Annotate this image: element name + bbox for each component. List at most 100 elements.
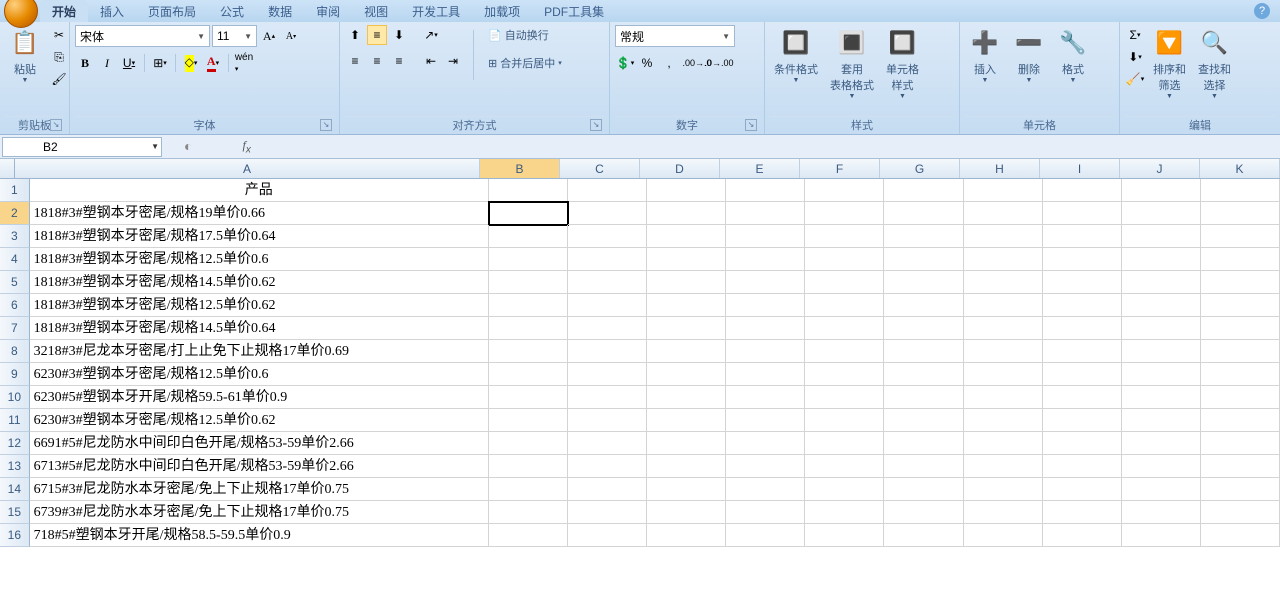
cell-I7[interactable] <box>1043 317 1122 340</box>
decrease-decimal-icon[interactable]: .0→.00 <box>709 53 729 73</box>
cell-F8[interactable] <box>805 340 884 363</box>
cell-I1[interactable] <box>1043 179 1122 202</box>
tab-公式[interactable]: 公式 <box>208 0 256 22</box>
cell-I2[interactable] <box>1043 202 1122 225</box>
cell-H5[interactable] <box>964 271 1043 294</box>
tab-PDF工具集[interactable]: PDF工具集 <box>532 0 616 22</box>
cell-H12[interactable] <box>964 432 1043 455</box>
cell-K8[interactable] <box>1201 340 1280 363</box>
dialog-launcher-icon[interactable]: ↘ <box>590 119 602 131</box>
row-header-13[interactable]: 13 <box>0 455 30 478</box>
help-icon[interactable]: ? <box>1254 3 1270 19</box>
cell-J4[interactable] <box>1122 248 1201 271</box>
cell-E9[interactable] <box>726 363 805 386</box>
cell-A4[interactable]: 1818#3#塑钢本牙密尾/规格12.5单价0.6 <box>30 248 489 271</box>
cell-C8[interactable] <box>568 340 647 363</box>
bold-button[interactable]: B <box>75 53 95 73</box>
cell-F12[interactable] <box>805 432 884 455</box>
cell-H7[interactable] <box>964 317 1043 340</box>
cell-K12[interactable] <box>1201 432 1280 455</box>
cell-D8[interactable] <box>647 340 726 363</box>
cell-J14[interactable] <box>1122 478 1201 501</box>
cell-G8[interactable] <box>884 340 963 363</box>
cell-H16[interactable] <box>964 524 1043 547</box>
cell-K6[interactable] <box>1201 294 1280 317</box>
cell-B3[interactable] <box>489 225 568 248</box>
cell-I6[interactable] <box>1043 294 1122 317</box>
row-header-12[interactable]: 12 <box>0 432 30 455</box>
cell-H14[interactable] <box>964 478 1043 501</box>
cell-H4[interactable] <box>964 248 1043 271</box>
row-header-9[interactable]: 9 <box>0 363 30 386</box>
cell-K16[interactable] <box>1201 524 1280 547</box>
dialog-launcher-icon[interactable]: ↘ <box>745 119 757 131</box>
cut-icon[interactable]: ✂ <box>49 25 69 45</box>
cell-C14[interactable] <box>568 478 647 501</box>
cell-E11[interactable] <box>726 409 805 432</box>
row-header-10[interactable]: 10 <box>0 386 30 409</box>
shrink-font-icon[interactable]: A▾ <box>281 26 301 46</box>
cell-A10[interactable]: 6230#5#塑钢本牙开尾/规格59.5-61单价0.9 <box>30 386 489 409</box>
tab-开始[interactable]: 开始 <box>40 0 88 22</box>
cell-D7[interactable] <box>647 317 726 340</box>
cell-E3[interactable] <box>726 225 805 248</box>
cell-F1[interactable] <box>805 179 884 202</box>
cell-C15[interactable] <box>568 501 647 524</box>
cell-A2[interactable]: 1818#3#塑钢本牙密尾/规格19单价0.66 <box>30 202 489 225</box>
cell-I10[interactable] <box>1043 386 1122 409</box>
cell-E8[interactable] <box>726 340 805 363</box>
cell-G11[interactable] <box>884 409 963 432</box>
cell-H1[interactable] <box>964 179 1043 202</box>
cell-C2[interactable] <box>568 202 647 225</box>
cell-G2[interactable] <box>884 202 963 225</box>
cell-I12[interactable] <box>1043 432 1122 455</box>
col-header-D[interactable]: D <box>640 159 720 178</box>
cell-B4[interactable] <box>489 248 568 271</box>
cell-C1[interactable] <box>568 179 647 202</box>
cell-F9[interactable] <box>805 363 884 386</box>
cell-E2[interactable] <box>726 202 805 225</box>
cell-K14[interactable] <box>1201 478 1280 501</box>
cell-F6[interactable] <box>805 294 884 317</box>
row-header-4[interactable]: 4 <box>0 248 30 271</box>
cell-J6[interactable] <box>1122 294 1201 317</box>
decrease-indent-icon[interactable]: ⇤ <box>421 51 441 71</box>
cell-B2[interactable] <box>489 202 568 225</box>
cell-F10[interactable] <box>805 386 884 409</box>
align-left-icon[interactable]: ≡ <box>345 51 365 71</box>
cell-F7[interactable] <box>805 317 884 340</box>
cell-C9[interactable] <box>568 363 647 386</box>
cell-C11[interactable] <box>568 409 647 432</box>
cell-F2[interactable] <box>805 202 884 225</box>
cell-D1[interactable] <box>647 179 726 202</box>
cell-E16[interactable] <box>726 524 805 547</box>
col-header-A[interactable]: A <box>15 159 480 178</box>
cell-H13[interactable] <box>964 455 1043 478</box>
cell-A12[interactable]: 6691#5#尼龙防水中间印白色开尾/规格53-59单价2.66 <box>30 432 489 455</box>
cell-C16[interactable] <box>568 524 647 547</box>
cell-E1[interactable] <box>726 179 805 202</box>
cell-G7[interactable] <box>884 317 963 340</box>
cell-I13[interactable] <box>1043 455 1122 478</box>
cell-J1[interactable] <box>1122 179 1201 202</box>
cell-H10[interactable] <box>964 386 1043 409</box>
row-header-7[interactable]: 7 <box>0 317 30 340</box>
cell-F16[interactable] <box>805 524 884 547</box>
row-header-15[interactable]: 15 <box>0 501 30 524</box>
cell-D3[interactable] <box>647 225 726 248</box>
cell-G3[interactable] <box>884 225 963 248</box>
cell-H11[interactable] <box>964 409 1043 432</box>
cell-A11[interactable]: 6230#3#塑钢本牙密尾/规格12.5单价0.62 <box>30 409 489 432</box>
copy-icon[interactable]: ⎘ <box>49 47 69 67</box>
cell-K13[interactable] <box>1201 455 1280 478</box>
cell-B7[interactable] <box>489 317 568 340</box>
cell-E12[interactable] <box>726 432 805 455</box>
cell-H6[interactable] <box>964 294 1043 317</box>
orientation-icon[interactable]: ↗▾ <box>421 25 441 45</box>
cell-D14[interactable] <box>647 478 726 501</box>
cell-K10[interactable] <box>1201 386 1280 409</box>
insert-button[interactable]: ➕插入▼ <box>965 25 1005 86</box>
cell-H15[interactable] <box>964 501 1043 524</box>
cell-C6[interactable] <box>568 294 647 317</box>
cell-D13[interactable] <box>647 455 726 478</box>
